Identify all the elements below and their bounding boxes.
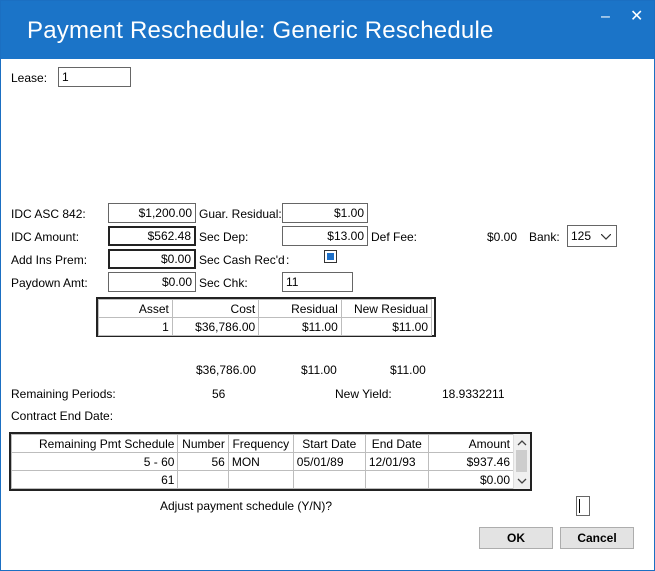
asset-header-asset: Asset (98, 299, 173, 318)
schedule-table: Remaining Pmt Schedule Number Frequency … (9, 432, 532, 491)
adjust-schedule-label: Adjust payment schedule (Y/N)? (160, 499, 333, 513)
contract-end-date-label: Contract End Date: (11, 409, 114, 423)
schedule-header-frequency: Frequency (227, 434, 294, 453)
paydown-amt-input[interactable]: $0.00 (108, 272, 196, 292)
window-title: Payment Reschedule: Generic Reschedule (27, 17, 494, 44)
schedule-end-date-cell[interactable]: 12/01/93 (364, 452, 429, 471)
title-bar: Payment Reschedule: Generic Reschedule –… (1, 1, 654, 59)
sec-cash-recd-checkbox[interactable] (324, 250, 337, 263)
total-residual: $11.00 (301, 363, 337, 377)
residual-cell[interactable]: $11.00 (258, 317, 342, 336)
schedule-table-header-row: Remaining Pmt Schedule Number Frequency … (10, 434, 515, 453)
sec-cash-recd-label: Sec Cash Rec'd (199, 253, 285, 267)
schedule-start-date-cell[interactable]: 05/01/89 (292, 452, 366, 471)
add-ins-prem-label: Add Ins Prem: (11, 253, 88, 267)
asset-header-residual: Residual (258, 299, 342, 318)
asset-cell[interactable]: 1 (98, 317, 173, 336)
idc-amount-label: IDC Amount: (11, 230, 80, 244)
total-new-residual: $11.00 (390, 363, 426, 377)
schedule-amount-cell[interactable]: $937.46 (427, 452, 515, 471)
schedule-header-amount: Amount (427, 434, 515, 453)
chevron-down-icon (601, 234, 611, 240)
scroll-up-icon[interactable] (514, 438, 530, 448)
asset-table-header-row: Asset Cost Residual New Residual (98, 299, 433, 318)
schedule-frequency-cell[interactable] (227, 470, 294, 489)
new-yield-label: New Yield: (335, 387, 392, 401)
schedule-remaining-cell[interactable]: 5 - 60 (10, 452, 179, 471)
schedule-header-number: Number (177, 434, 229, 453)
def-fee-label: Def Fee: (371, 230, 418, 244)
sec-dep-label: Sec Dep: (199, 230, 249, 244)
schedule-end-date-cell[interactable] (364, 470, 429, 489)
total-cost: $36,786.00 (196, 363, 257, 377)
minimize-icon[interactable]: – (601, 9, 610, 25)
schedule-frequency-cell[interactable]: MON (227, 452, 294, 471)
schedule-remaining-cell[interactable]: 61 (10, 470, 179, 489)
new-yield-value: 18.9332211 (442, 387, 505, 401)
cancel-button[interactable]: Cancel (560, 527, 634, 549)
scroll-down-icon[interactable] (514, 476, 530, 486)
sec-dep-input[interactable]: $13.00 (282, 226, 368, 246)
cost-cell[interactable]: $36,786.00 (171, 317, 260, 336)
ok-button[interactable]: OK (479, 527, 553, 549)
idc-asc-label: IDC ASC 842: (11, 207, 86, 221)
def-fee-value: $0.00 (487, 230, 518, 244)
schedule-amount-cell[interactable]: $0.00 (427, 470, 515, 489)
payment-reschedule-window: Payment Reschedule: Generic Reschedule –… (0, 0, 655, 571)
add-ins-prem-input[interactable]: $0.00 (108, 249, 196, 269)
table-row[interactable]: 5 - 60 56 MON 05/01/89 12/01/93 $937.46 (10, 452, 515, 471)
bank-value: 125 (571, 229, 592, 243)
schedule-start-date-cell[interactable] (292, 470, 366, 489)
scroll-thumb[interactable] (516, 450, 527, 472)
guar-residual-label: Guar. Residual: (199, 207, 282, 221)
idc-amount-input[interactable]: $562.48 (108, 226, 196, 246)
table-row[interactable]: 1 $36,786.00 $11.00 $11.00 (98, 317, 433, 336)
lease-input[interactable]: 1 (58, 67, 131, 87)
schedule-number-cell[interactable]: 56 (177, 452, 229, 471)
new-residual-cell[interactable]: $11.00 (340, 317, 433, 336)
asset-table: Asset Cost Residual New Residual 1 $36,7… (96, 297, 436, 337)
schedule-number-cell[interactable] (177, 470, 229, 489)
schedule-header-remaining: Remaining Pmt Schedule (10, 434, 179, 453)
sec-cash-colon: : (286, 253, 290, 267)
idc-asc-input[interactable]: $1,200.00 (108, 203, 196, 223)
remaining-periods-value: 56 (212, 387, 226, 401)
asset-header-new-residual: New Residual (340, 299, 433, 318)
bank-select[interactable]: 125 (567, 225, 617, 247)
remaining-periods-label: Remaining Periods: (11, 387, 116, 401)
guar-residual-input[interactable]: $1.00 (282, 203, 368, 223)
sec-chk-label: Sec Chk: (199, 276, 248, 290)
sec-chk-input[interactable]: 11 (282, 272, 353, 292)
close-icon[interactable]: ✕ (630, 9, 643, 25)
schedule-header-start-date: Start Date (292, 434, 366, 453)
paydown-amt-label: Paydown Amt: (11, 276, 88, 290)
schedule-scrollbar[interactable] (513, 434, 530, 489)
asset-header-cost: Cost (171, 299, 260, 318)
bank-label: Bank: (529, 230, 560, 244)
table-row[interactable]: 61 $0.00 (10, 470, 515, 489)
text-cursor (579, 499, 580, 513)
schedule-header-end-date: End Date (364, 434, 429, 453)
lease-label: Lease: (11, 71, 48, 85)
